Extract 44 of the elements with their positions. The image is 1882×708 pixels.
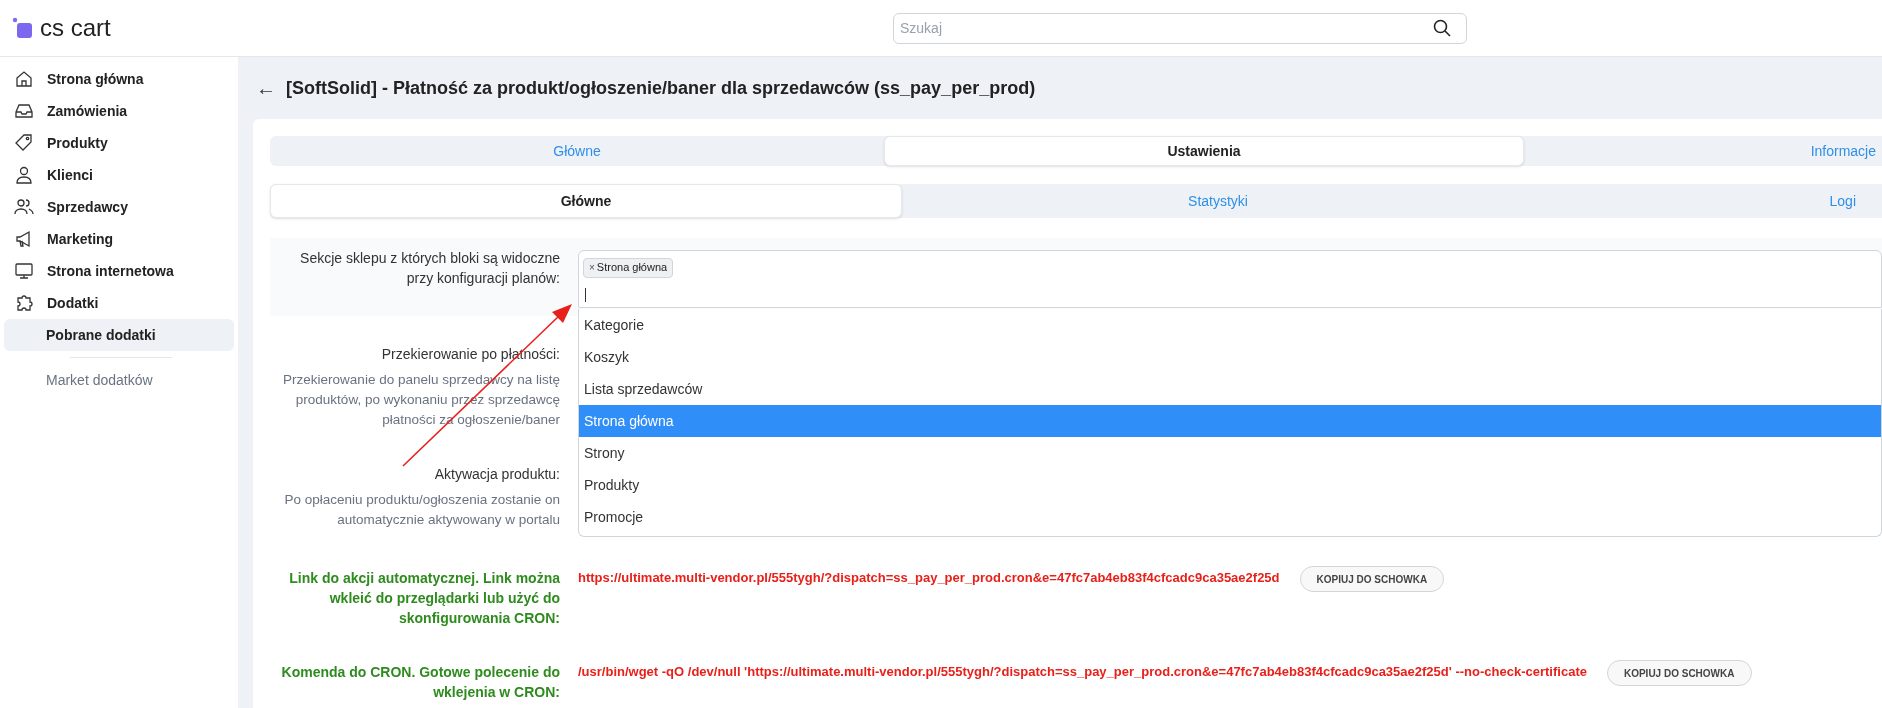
copy-button[interactable]: KOPIUJ DO SCHOWKA (1606, 660, 1752, 686)
tag-icon (14, 133, 34, 153)
back-arrow[interactable]: ← (256, 73, 276, 103)
dropdown-option[interactable]: Koszyk (579, 341, 1881, 373)
text-cursor (585, 288, 586, 302)
sidebar-item[interactable]: Strona główna (4, 63, 234, 95)
logo-text: cs cart (40, 16, 111, 40)
sidebar-subitem[interactable]: Pobrane dodatki (4, 319, 234, 351)
setting-label: Aktywacja produktu: (433, 465, 560, 484)
cron-command: /usr/bin/wget -qO /dev/null 'https://ultimate.multi-vendor.pl/555tygh/?dispatch=ss_pay_per_prod.cron&e=47fc7ab4eb83f4cfcadc9ca35ae2f25d' --no-check-certificate (578, 663, 1587, 681)
user-icon (14, 165, 34, 185)
cron-label: Komenda do CRON. Gotowe polecenie do wklejenia w CRON: (280, 663, 561, 702)
sidebar-subitem[interactable]: Market dodatków (4, 364, 234, 396)
dropdown-option[interactable]: Kategorie (579, 309, 1881, 341)
remove-tag-icon[interactable]: × (589, 260, 595, 275)
monitor-icon (14, 261, 34, 281)
dropdown-option[interactable]: Produkty (579, 469, 1881, 501)
multiselect-field[interactable]: × Strona główna (578, 250, 1882, 308)
page-title: [SoftSolid] - Płatność za produkt/ogłoszenie/baner dla sprzedawców (ss_pay_per_prod) (286, 76, 1036, 100)
sidebar-item[interactable]: Marketing (4, 223, 234, 255)
sidebar-item[interactable]: Sprzedawcy (4, 191, 234, 223)
logo-icon (12, 17, 34, 39)
sidebar-item[interactable]: Strona internetowa (4, 255, 234, 287)
sidebar-item[interactable]: Klienci (4, 159, 234, 191)
setting-hint: Po opłaceniu produktu/ogłoszenia zostanie on automatycznie aktywowany w portalu (283, 491, 560, 529)
home-icon (14, 69, 34, 89)
search-icon (1433, 18, 1451, 37)
sidebar-item[interactable]: Zamówienia (4, 95, 234, 127)
puzzle-icon (14, 293, 34, 313)
sidebar-item[interactable]: Produkty (4, 127, 234, 159)
cron-command: https://ultimate.multi-vendor.pl/555tygh/?dispatch=ss_pay_per_prod.cron&e=47fc7ab4eb83f4cfcadc9ca35ae2f25d (578, 569, 1280, 587)
copy-button[interactable]: KOPIUJ DO SCHOWKA (1299, 566, 1445, 592)
inbox-icon (14, 101, 34, 121)
dropdown-option[interactable]: Strony (579, 437, 1881, 469)
search-field[interactable]: Szukaj (893, 12, 1467, 44)
dropdown-option[interactable]: Lista sprzedawców (579, 373, 1881, 405)
dropdown-option[interactable]: Promocje (579, 501, 1881, 533)
selected-tag: × Strona główna (583, 257, 674, 278)
users-icon (14, 197, 34, 217)
tab[interactable]: Ustawienia (884, 136, 1524, 166)
setting-label: Sekcje sklepu z których bloki są widoczne przy konfiguracji planów: (299, 249, 560, 288)
subtab[interactable]: Główne (270, 184, 902, 218)
sidebar-item[interactable]: Dodatki (4, 287, 234, 319)
cron-label: Link do akcji automatycznej. Link można wkleić do przeglądarki lub użyć do skonfigurowania CRON: (288, 569, 561, 628)
